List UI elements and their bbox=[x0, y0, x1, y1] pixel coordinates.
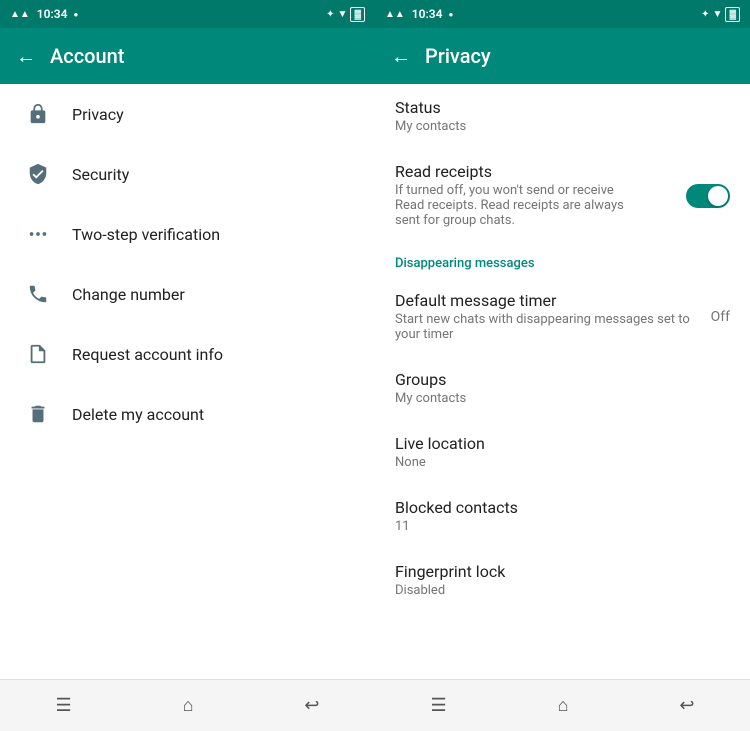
section-disappearing-messages: Disappearing messages bbox=[375, 242, 750, 277]
account-status-right: ✦ ▼ ▓ bbox=[326, 7, 365, 22]
groups-text-block: Groups My contacts bbox=[395, 370, 466, 406]
menu-item-request-info[interactable]: Request account info bbox=[0, 324, 375, 384]
account-menu-list: Privacy Security Two-step verification C… bbox=[0, 84, 375, 679]
privacy-back-button[interactable]: ← bbox=[391, 44, 411, 69]
blocked-contacts-row: Blocked contacts 11 bbox=[395, 498, 730, 534]
default-timer-text-block: Default message timer Start new chats wi… bbox=[395, 291, 703, 342]
privacy-title: Privacy bbox=[425, 44, 491, 68]
menu-item-change-number[interactable]: Change number bbox=[0, 264, 375, 324]
privacy-status-dot: ● bbox=[449, 10, 454, 19]
default-timer-title: Default message timer bbox=[395, 291, 703, 310]
battery-icon: ▓ bbox=[350, 7, 365, 22]
privacy-status-right: ✦ ▼ ▓ bbox=[701, 7, 740, 22]
account-app-bar: ← Account bbox=[0, 28, 375, 84]
status-subtitle: My contacts bbox=[395, 119, 466, 134]
privacy-status-bar: ▲▲ 10:34 ● ✦ ▼ ▓ bbox=[375, 0, 750, 28]
doc-icon bbox=[20, 343, 56, 365]
phone-icon bbox=[20, 283, 56, 305]
dots-icon bbox=[20, 223, 56, 245]
nav-home-icon[interactable]: ⌂ bbox=[183, 695, 194, 716]
blocked-contacts-title: Blocked contacts bbox=[395, 498, 518, 517]
status-row: Status My contacts bbox=[395, 98, 730, 134]
trash-icon bbox=[20, 403, 56, 425]
menu-item-two-step[interactable]: Two-step verification bbox=[0, 204, 375, 264]
privacy-wifi-icon: ▼ bbox=[713, 9, 723, 20]
read-receipts-toggle[interactable] bbox=[686, 184, 730, 208]
account-status-bar: ▲▲ 10:34 ● ✦ ▼ ▓ bbox=[0, 0, 375, 28]
privacy-panel: ▲▲ 10:34 ● ✦ ▼ ▓ ← Privacy Status My con… bbox=[375, 0, 750, 731]
read-receipts-text-block: Read receipts If turned off, you won't s… bbox=[395, 162, 678, 228]
privacy-time: 10:34 bbox=[412, 7, 443, 21]
shield-icon bbox=[20, 163, 56, 185]
blocked-contacts-text-block: Blocked contacts 11 bbox=[395, 498, 518, 534]
privacy-bottom-nav: ☰ ⌂ ↩ bbox=[375, 679, 750, 731]
fingerprint-lock-subtitle: Disabled bbox=[395, 583, 505, 598]
account-title: Account bbox=[50, 44, 124, 68]
account-back-button[interactable]: ← bbox=[16, 44, 36, 69]
menu-item-delete[interactable]: Delete my account bbox=[0, 384, 375, 444]
request-info-label: Request account info bbox=[72, 345, 223, 364]
read-receipts-title: Read receipts bbox=[395, 162, 678, 181]
delete-label: Delete my account bbox=[72, 405, 204, 424]
lock-icon bbox=[20, 103, 56, 125]
account-time: 10:34 bbox=[37, 7, 68, 21]
privacy-item-fingerprint-lock[interactable]: Fingerprint lock Disabled bbox=[375, 548, 750, 612]
privacy-status-left: ▲▲ 10:34 ● bbox=[385, 7, 453, 21]
groups-row: Groups My contacts bbox=[395, 370, 730, 406]
groups-title: Groups bbox=[395, 370, 466, 389]
privacy-item-read-receipts[interactable]: Read receipts If turned off, you won't s… bbox=[375, 148, 750, 242]
privacy-settings-list: Status My contacts Read receipts If turn… bbox=[375, 84, 750, 679]
privacy-nav-back-icon[interactable]: ↩ bbox=[679, 695, 694, 716]
privacy-item-default-timer[interactable]: Default message timer Start new chats wi… bbox=[375, 277, 750, 356]
groups-subtitle: My contacts bbox=[395, 391, 466, 406]
default-timer-value: Off bbox=[711, 309, 730, 325]
privacy-item-groups[interactable]: Groups My contacts bbox=[375, 356, 750, 420]
live-location-text-block: Live location None bbox=[395, 434, 485, 470]
privacy-item-blocked-contacts[interactable]: Blocked contacts 11 bbox=[375, 484, 750, 548]
account-status-dot: ● bbox=[74, 10, 79, 19]
read-receipts-subtitle: If turned off, you won't send or receive… bbox=[395, 183, 645, 228]
privacy-app-bar: ← Privacy bbox=[375, 28, 750, 84]
status-text-block: Status My contacts bbox=[395, 98, 466, 134]
privacy-signal-icon: ▲▲ bbox=[385, 9, 405, 20]
menu-item-privacy[interactable]: Privacy bbox=[0, 84, 375, 144]
menu-item-security[interactable]: Security bbox=[0, 144, 375, 204]
account-status-left: ▲▲ 10:34 ● bbox=[10, 7, 78, 21]
live-location-title: Live location bbox=[395, 434, 485, 453]
live-location-subtitle: None bbox=[395, 455, 485, 470]
two-step-label: Two-step verification bbox=[72, 225, 220, 244]
status-title: Status bbox=[395, 98, 466, 117]
default-timer-row: Default message timer Start new chats wi… bbox=[395, 291, 730, 342]
account-panel: ▲▲ 10:34 ● ✦ ▼ ▓ ← Account Privacy Secur… bbox=[0, 0, 375, 731]
security-label: Security bbox=[72, 165, 129, 184]
account-bottom-nav: ☰ ⌂ ↩ bbox=[0, 679, 375, 731]
live-location-row: Live location None bbox=[395, 434, 730, 470]
fingerprint-lock-title: Fingerprint lock bbox=[395, 562, 505, 581]
fingerprint-lock-row: Fingerprint lock Disabled bbox=[395, 562, 730, 598]
bt-icon: ✦ bbox=[326, 9, 334, 20]
fingerprint-lock-text-block: Fingerprint lock Disabled bbox=[395, 562, 505, 598]
privacy-battery-icon: ▓ bbox=[725, 7, 740, 22]
privacy-item-live-location[interactable]: Live location None bbox=[375, 420, 750, 484]
privacy-item-status[interactable]: Status My contacts bbox=[375, 84, 750, 148]
nav-menu-icon[interactable]: ☰ bbox=[55, 695, 71, 716]
change-number-label: Change number bbox=[72, 285, 185, 304]
privacy-nav-home-icon[interactable]: ⌂ bbox=[558, 695, 569, 716]
read-receipts-row: Read receipts If turned off, you won't s… bbox=[395, 162, 730, 228]
signal-icon: ▲▲ bbox=[10, 9, 30, 20]
privacy-bt-icon: ✦ bbox=[701, 9, 709, 20]
default-timer-subtitle: Start new chats with disappearing messag… bbox=[395, 312, 703, 342]
nav-back-icon[interactable]: ↩ bbox=[304, 695, 319, 716]
privacy-label: Privacy bbox=[72, 105, 124, 124]
wifi-icon: ▼ bbox=[338, 9, 348, 20]
blocked-contacts-count: 11 bbox=[395, 519, 518, 534]
privacy-nav-menu-icon[interactable]: ☰ bbox=[430, 695, 446, 716]
